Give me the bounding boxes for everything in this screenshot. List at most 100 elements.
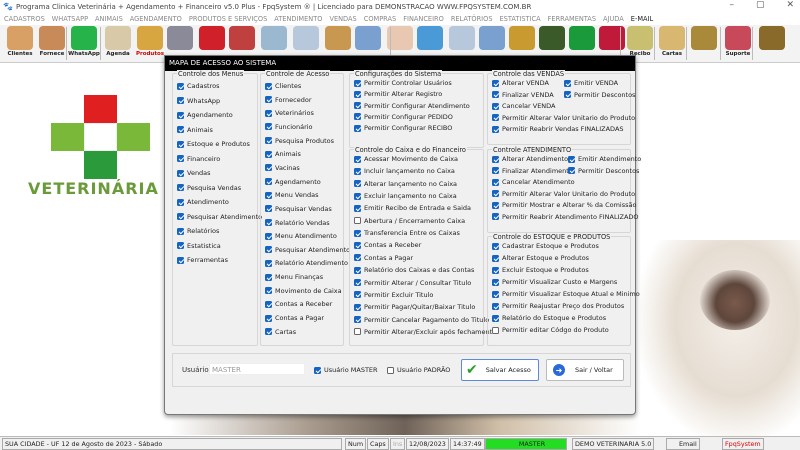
permission-checkbox[interactable]: Alterar VENDA: [492, 79, 549, 87]
permission-checkbox[interactable]: Funcionário: [265, 123, 313, 131]
permission-checkbox[interactable]: Permitir Mostrar e Alterar % da Comissão: [492, 201, 636, 209]
permission-checkbox[interactable]: Vacinas: [265, 164, 300, 172]
menu-estatistica[interactable]: ESTATISTICA: [500, 15, 541, 23]
permission-checkbox[interactable]: Permitir Visualizar Estoque Atual e Mini…: [492, 290, 640, 298]
permission-checkbox[interactable]: Movimento de Caixa: [265, 287, 342, 295]
permission-checkbox[interactable]: Permitir Cancelar Pagamento do Titulo: [354, 316, 489, 324]
menu-compras[interactable]: COMPRAS: [364, 15, 396, 23]
permission-checkbox[interactable]: Permitir Descontos: [564, 91, 635, 99]
close-button[interactable]: ✕: [786, 0, 794, 10]
save-access-button[interactable]: ✔ Salvar Acesso: [461, 359, 539, 381]
permission-checkbox[interactable]: Cartas: [265, 328, 296, 336]
master-checkbox[interactable]: Usuário MASTER: [314, 366, 378, 374]
permission-checkbox[interactable]: Vendas: [177, 169, 211, 177]
permission-checkbox[interactable]: Menu Finanças: [265, 273, 323, 281]
menu-email[interactable]: E-MAIL: [631, 15, 653, 23]
permission-checkbox[interactable]: Permitir Descontos: [568, 167, 639, 175]
permission-checkbox[interactable]: Atendimento: [177, 198, 229, 206]
permission-checkbox[interactable]: Permitir editar Códgo do Produto: [492, 326, 609, 334]
permission-checkbox[interactable]: Permitir Configurar PEDIDO: [354, 113, 453, 121]
permission-checkbox[interactable]: Relatório dos Caixas e das Contas: [354, 266, 474, 274]
permission-checkbox[interactable]: Permitir Alterar Registro: [354, 90, 442, 98]
permission-checkbox[interactable]: Excluir lançamento no Caixa: [354, 192, 457, 200]
permission-checkbox[interactable]: Permitir Reajustar Preço dos Produtos: [492, 302, 624, 310]
permission-checkbox[interactable]: Veterinários: [265, 109, 314, 117]
permission-checkbox[interactable]: Relatório Vendas: [265, 219, 330, 227]
user-field[interactable]: MASTER: [209, 363, 305, 375]
permission-checkbox[interactable]: Pesquisar Atendimento: [177, 213, 262, 221]
permission-checkbox[interactable]: Cancelar VENDA: [492, 102, 556, 110]
permission-checkbox[interactable]: Permitir Excluir Titulo: [354, 291, 433, 299]
permission-checkbox[interactable]: Contas a Receber: [354, 241, 421, 249]
permission-checkbox[interactable]: Emitir VENDA: [564, 79, 618, 87]
permission-checkbox[interactable]: Incluir lançamento no Caixa: [354, 167, 455, 175]
permission-checkbox[interactable]: Emitir Recibo de Entrada e Saida: [354, 204, 471, 212]
permission-checkbox[interactable]: Finalizar Atendimento: [492, 167, 573, 175]
minimize-button[interactable]: –: [729, 0, 734, 10]
permission-checkbox[interactable]: Pesquisa Vendas: [177, 184, 241, 192]
padrao-checkbox[interactable]: Usuário PADRÃO: [387, 366, 450, 374]
permission-checkbox[interactable]: Alterar lançamento no Caixa: [354, 180, 457, 188]
toolbar-button-suporte[interactable]: Suporte: [722, 26, 754, 62]
permission-checkbox[interactable]: Relatório do Estoque e Produtos: [492, 314, 606, 322]
permission-checkbox[interactable]: Fornecedor: [265, 96, 312, 104]
permission-checkbox[interactable]: Finalizar VENDA: [492, 91, 554, 99]
permission-checkbox[interactable]: Acessar Movimento de Caixa: [354, 155, 458, 163]
permission-checkbox[interactable]: Pesquisa Produtos: [265, 137, 334, 145]
permission-checkbox[interactable]: Contas a Pagar: [265, 314, 324, 322]
toolbar-button-produtos[interactable]: Produtos: [134, 26, 166, 62]
permission-checkbox[interactable]: Agendamento: [265, 178, 321, 186]
menu-ajuda[interactable]: AJUDA: [603, 15, 624, 23]
permission-checkbox[interactable]: Abertura / Encerramento Caixa: [354, 217, 465, 225]
permission-checkbox[interactable]: Cancelar Atendimento: [492, 178, 575, 186]
permission-checkbox[interactable]: Agendamento: [177, 111, 233, 119]
menu-whatsapp[interactable]: WHATSAPP: [52, 15, 88, 23]
toolbar-button-fornece[interactable]: Fornece: [36, 26, 68, 62]
permission-checkbox[interactable]: Excluir Estoque e Produtos: [492, 266, 589, 274]
permission-checkbox[interactable]: Transferencia Entre os Caixas: [354, 229, 460, 237]
menu-produtos-e-serviços[interactable]: PRODUTOS E SERVIÇOS: [189, 15, 267, 23]
permission-checkbox[interactable]: Permitir Alterar/Excluir após fechamento: [354, 328, 496, 336]
permission-checkbox[interactable]: Permitir Visualizar Custo e Margens: [492, 278, 617, 286]
menu-financeiro[interactable]: FINANCEIRO: [403, 15, 444, 23]
permission-checkbox[interactable]: Relatório Atendimento: [265, 259, 348, 267]
permission-checkbox[interactable]: Permitir Alterar / Consultar Titulo: [354, 279, 471, 287]
permission-checkbox[interactable]: Contas a Pagar: [354, 254, 413, 262]
permission-checkbox[interactable]: Estoque e Produtos: [177, 140, 250, 148]
maximize-button[interactable]: ▢: [756, 0, 765, 10]
permission-checkbox[interactable]: Permitir Reabrir Vendas FINALIZADAS: [492, 125, 624, 133]
permission-checkbox[interactable]: Pesquisar Vendas: [265, 205, 332, 213]
permission-checkbox[interactable]: Permitir Alterar Valor Unitario do Produ…: [492, 190, 635, 198]
permission-checkbox[interactable]: Permitir Configurar RECIBO: [354, 124, 452, 132]
exit-button[interactable]: ➜ Sair / Voltar: [546, 359, 624, 381]
menu-atendimento[interactable]: ATENDIMENTO: [274, 15, 322, 23]
permission-checkbox[interactable]: Permitir Reabrir Atendimento FINALIZADO: [492, 213, 639, 221]
toolbar-button-cartas[interactable]: Cartas: [656, 26, 688, 62]
menu-agendamento[interactable]: AGENDAMENTO: [130, 15, 182, 23]
permission-checkbox[interactable]: WhatsApp: [177, 97, 220, 105]
permission-checkbox[interactable]: Permitir Alterar Valor Unitario do Produ…: [492, 114, 635, 122]
permission-checkbox[interactable]: Cadastros: [177, 82, 219, 90]
permission-checkbox[interactable]: Emitir Atendimento: [568, 155, 641, 163]
permission-checkbox[interactable]: Estatistica: [177, 242, 221, 250]
permission-checkbox[interactable]: Pesquisar Atendimento: [265, 246, 350, 254]
permission-checkbox[interactable]: Permitir Configurar Atendimento: [354, 102, 470, 110]
permission-checkbox[interactable]: Alterar Atendimento: [492, 155, 568, 163]
permission-checkbox[interactable]: Ferramentas: [177, 256, 228, 264]
toolbar-button-agenda[interactable]: Agenda: [102, 26, 134, 62]
toolbar-button-whatsapp[interactable]: WhatsApp: [68, 26, 100, 62]
menu-animais[interactable]: ANIMAIS: [95, 15, 123, 23]
permission-checkbox[interactable]: Menu Atendimento: [265, 232, 337, 240]
permission-checkbox[interactable]: Menu Vendas: [265, 191, 318, 199]
permission-checkbox[interactable]: Permitir Pagar/Quitar/Baixar Titulo: [354, 303, 475, 311]
status-email[interactable]: Email: [666, 438, 700, 450]
permission-checkbox[interactable]: Permitir Controlar Usuários: [354, 79, 452, 87]
menu-vendas[interactable]: VENDAS: [329, 15, 356, 23]
permission-checkbox[interactable]: Financeiro: [177, 155, 220, 163]
permission-checkbox[interactable]: Relatórios: [177, 227, 219, 235]
permission-checkbox[interactable]: Cadastrar Estoque e Produtos: [492, 242, 599, 250]
toolbar-button-clientes[interactable]: Clientes: [4, 26, 36, 62]
menu-relatórios[interactable]: RELATÓRIOS: [451, 15, 493, 23]
menu-ferramentas[interactable]: FERRAMENTAS: [548, 15, 596, 23]
permission-checkbox[interactable]: Animais: [265, 150, 301, 158]
